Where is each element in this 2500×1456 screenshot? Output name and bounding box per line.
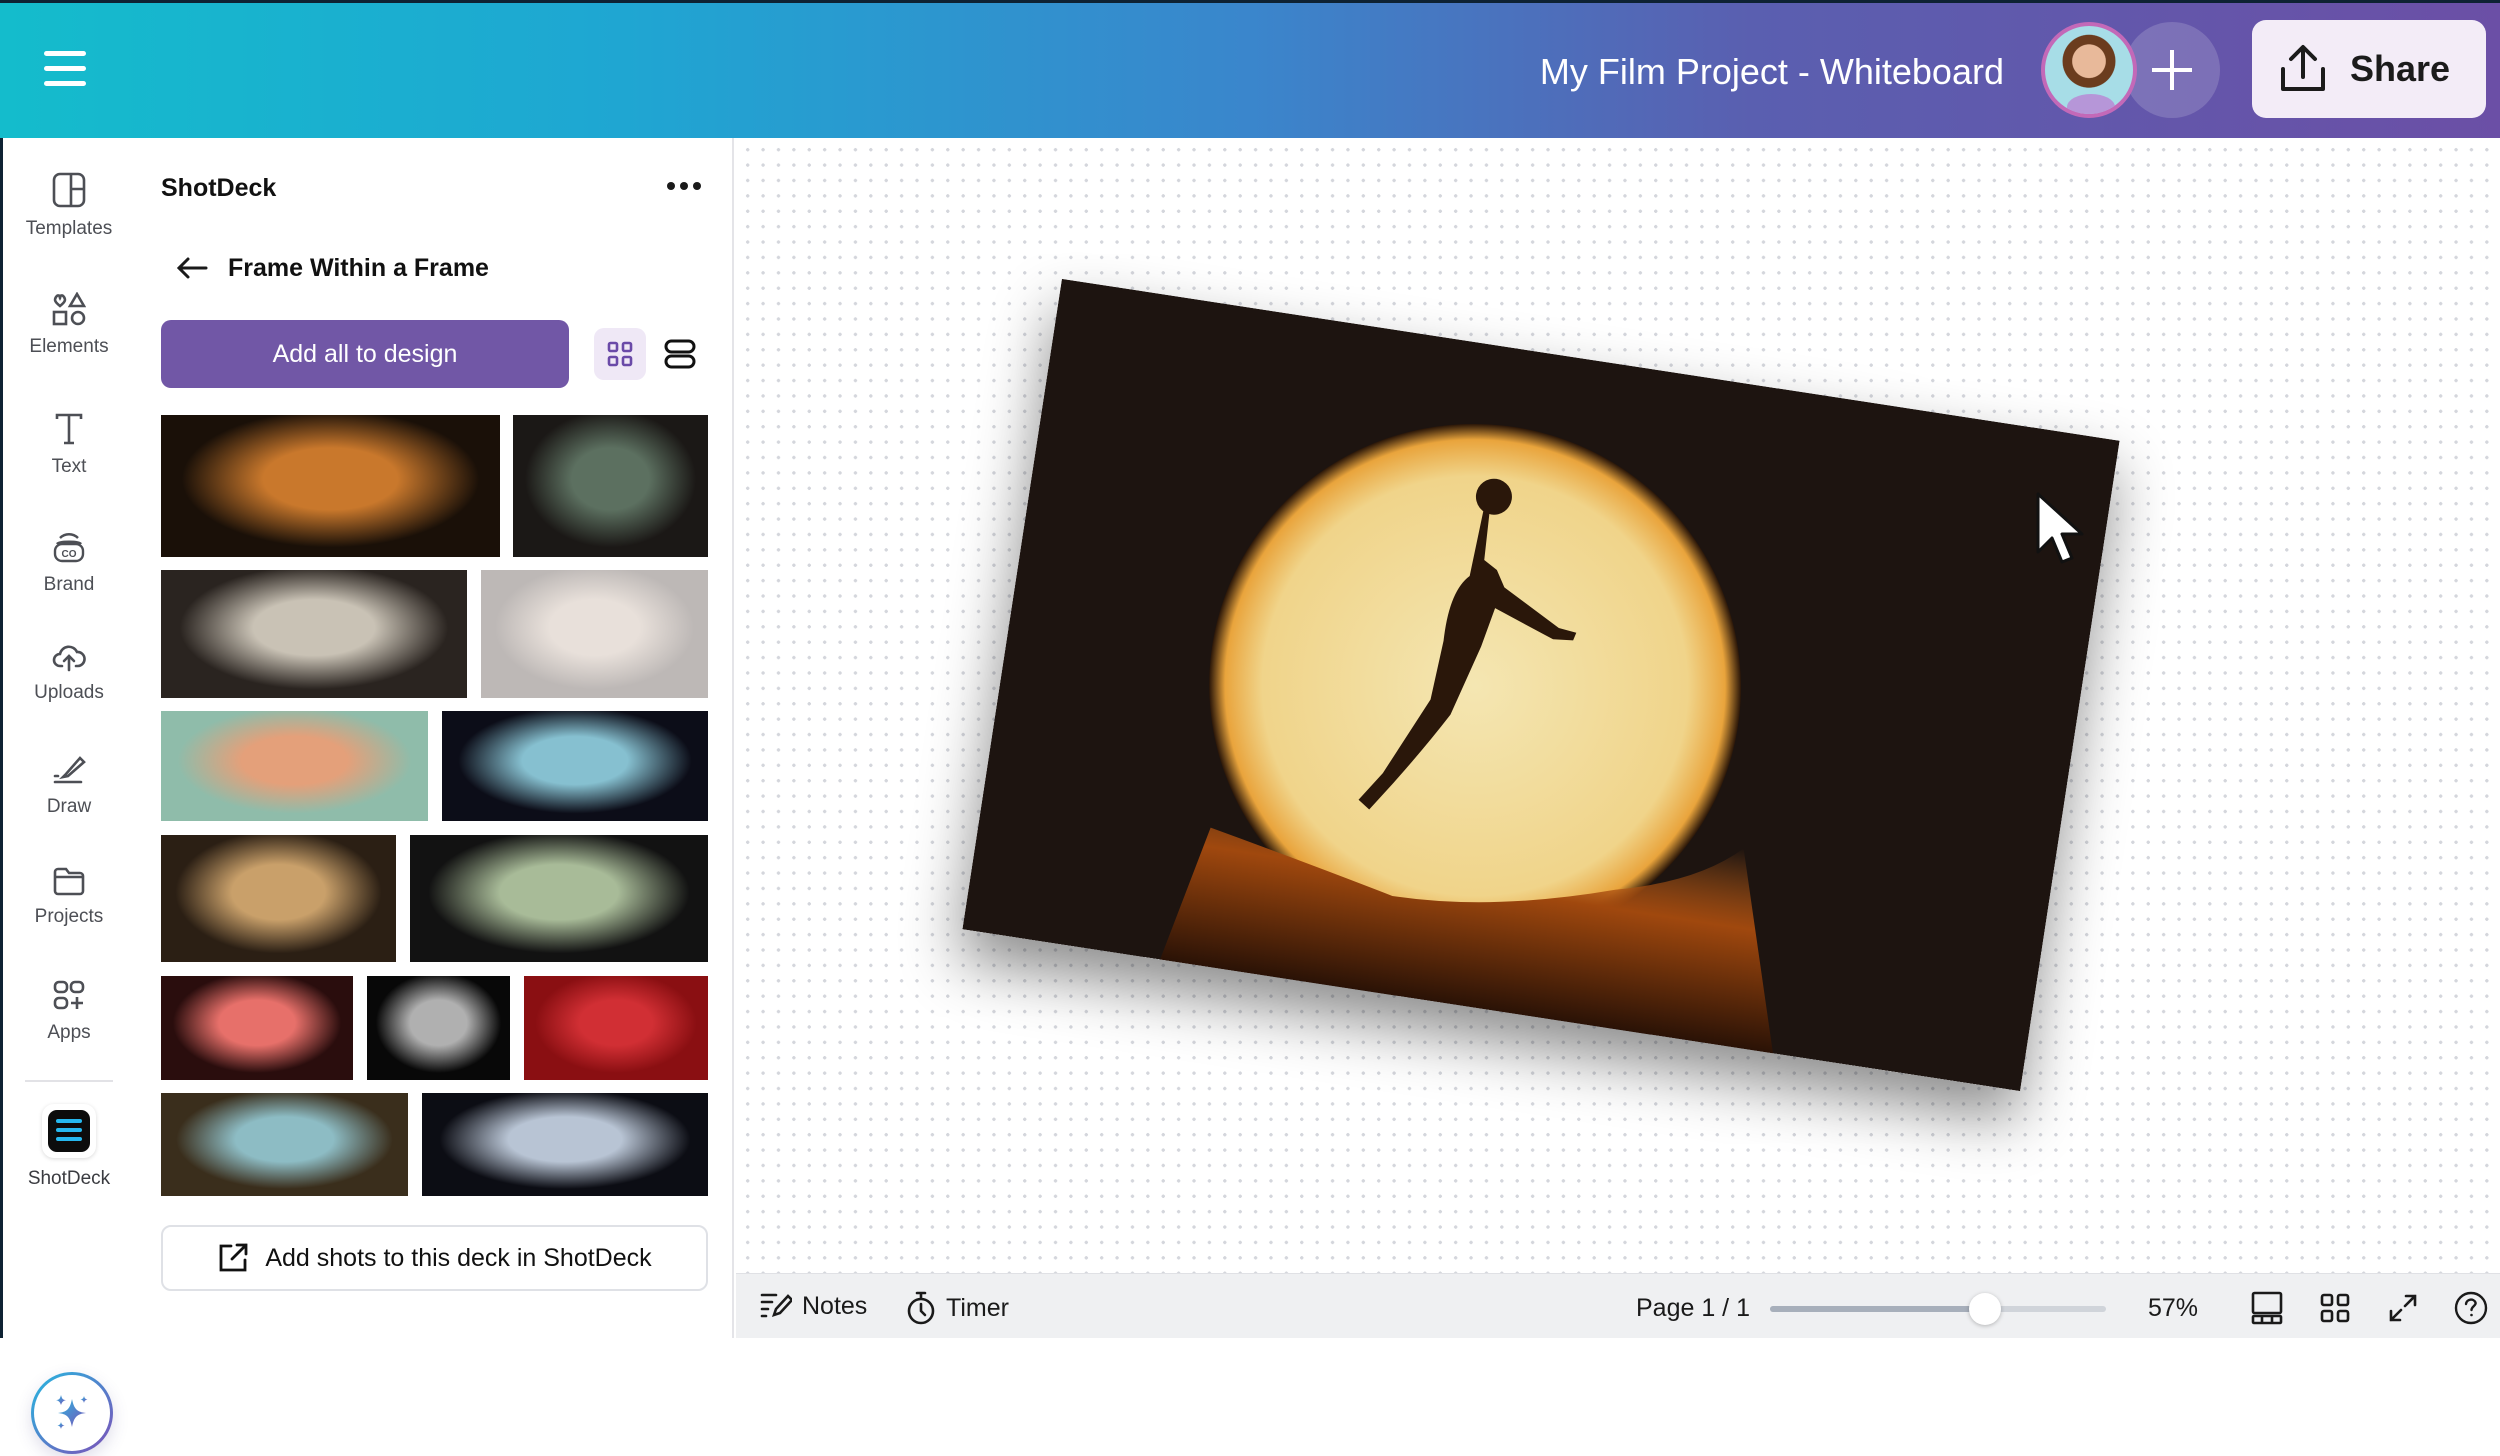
shot-thumbnail[interactable] [161, 835, 396, 962]
rail-divider [25, 1080, 113, 1082]
timer-label: Timer [946, 1293, 1009, 1322]
rail-item-apps[interactable]: Apps [3, 980, 135, 1044]
arrow-left-icon[interactable] [172, 251, 212, 285]
timer-icon [907, 1291, 935, 1325]
add-all-to-design-button[interactable]: Add all to design [161, 320, 569, 388]
rail-label: Uploads [34, 682, 104, 703]
fullscreen-button[interactable] [2384, 1289, 2422, 1327]
rail-label: Elements [29, 336, 109, 357]
rail-label: Projects [34, 906, 104, 927]
rail-item-text[interactable]: Text [3, 412, 135, 478]
rail-item-uploads[interactable]: Uploads [3, 642, 135, 704]
upload-share-icon [2281, 45, 2325, 91]
timer-button[interactable]: Timer [906, 1291, 1009, 1325]
shot-thumbnail[interactable] [442, 711, 708, 821]
deck-title: Frame Within a Frame [228, 254, 489, 282]
shot-thumbnail[interactable] [161, 415, 500, 557]
apps-icon [53, 980, 85, 1010]
fullscreen-icon [2389, 1294, 2417, 1322]
share-button[interactable]: Share [2252, 20, 2486, 118]
brand-icon: CO [53, 533, 85, 563]
rail-label: ShotDeck [27, 1168, 111, 1189]
list-view-toggle[interactable] [654, 328, 706, 380]
shot-thumbnail[interactable] [161, 570, 467, 698]
rail-label: Draw [46, 796, 92, 817]
add-shots-in-shotdeck-button[interactable]: Add shots to this deck in ShotDeck [161, 1225, 708, 1291]
help-icon [2454, 1291, 2488, 1325]
panel-title: ShotDeck [161, 174, 277, 202]
svg-text:CO: CO [62, 549, 77, 560]
grid-view-icon [607, 341, 633, 367]
folder-icon [53, 867, 85, 896]
shotdeck-app-icon [42, 1104, 96, 1158]
shot-thumbnail[interactable] [161, 1093, 408, 1196]
page-indicator[interactable]: Page 1 / 1 [1636, 1294, 1750, 1323]
shot-thumbnail[interactable] [161, 976, 353, 1080]
draw-pen-icon [53, 756, 86, 784]
shot-thumbnail[interactable] [481, 570, 708, 698]
shot-thumbnail[interactable] [367, 976, 510, 1080]
zoom-slider[interactable] [1770, 1293, 2106, 1325]
avatar[interactable] [2041, 22, 2137, 118]
rail-item-elements[interactable]: Elements [3, 292, 135, 358]
elements-shapes-icon [52, 292, 86, 326]
share-label: Share [2350, 48, 2451, 89]
notes-icon [760, 1293, 792, 1318]
left-rail: Templates Elements Text CO Brand Uploads… [0, 138, 135, 1451]
rail-item-shotdeck[interactable]: ShotDeck [3, 1104, 135, 1190]
grid-view-button[interactable] [2316, 1289, 2354, 1327]
rail-item-templates[interactable]: Templates [3, 172, 135, 240]
rail-label: Text [51, 456, 87, 477]
more-options-icon[interactable] [662, 176, 706, 196]
rail-item-brand[interactable]: CO Brand [3, 532, 135, 596]
text-icon [55, 413, 83, 445]
shot-thumbnail[interactable] [524, 976, 708, 1080]
list-view-icon [664, 339, 696, 369]
sparkle-icon [56, 1395, 88, 1429]
help-button[interactable] [2452, 1289, 2490, 1327]
grid-view-toggle[interactable] [594, 328, 646, 380]
rail-label: Templates [25, 218, 113, 239]
rail-label: Apps [47, 1022, 91, 1043]
shot-thumbnail[interactable] [410, 835, 708, 962]
shot-thumbnail[interactable] [422, 1093, 708, 1196]
shotdeck-panel: ShotDeck Frame Within a Frame Add all to… [132, 138, 734, 1338]
add-collaborator-button[interactable] [2124, 22, 2220, 118]
grid-view-icon [2320, 1293, 2350, 1323]
document-title[interactable]: My Film Project - Whiteboard [1540, 51, 2004, 93]
thumbnail-view-icon [2251, 1291, 2283, 1325]
magic-ai-button[interactable] [31, 1372, 113, 1454]
shot-thumbnail[interactable] [513, 415, 708, 557]
zoom-slider-handle[interactable] [1969, 1293, 2002, 1325]
notes-label: Notes [802, 1291, 868, 1320]
add-shots-label: Add shots to this deck in ShotDeck [265, 1243, 652, 1272]
rail-item-draw[interactable]: Draw [3, 752, 135, 818]
templates-icon [52, 172, 86, 208]
thumbnail-view-button[interactable] [2248, 1289, 2286, 1327]
notes-button[interactable]: Notes [760, 1291, 867, 1321]
rail-item-projects[interactable]: Projects [3, 866, 135, 928]
zoom-percentage[interactable]: 57% [2148, 1294, 2198, 1323]
shot-thumbnail[interactable] [161, 711, 428, 821]
hamburger-menu-icon[interactable] [44, 51, 86, 87]
external-link-icon [219, 1243, 248, 1272]
cloud-upload-icon [52, 645, 86, 672]
bottom-toolbar: Notes Timer Page 1 / 1 57% [736, 1273, 2500, 1338]
rail-label: Brand [43, 574, 95, 595]
